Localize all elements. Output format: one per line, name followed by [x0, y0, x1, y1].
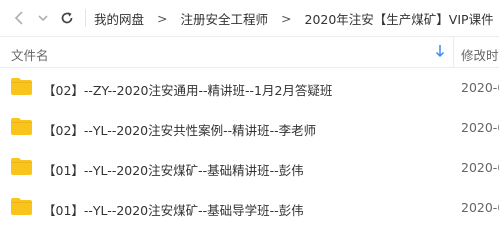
column-divider[interactable] — [453, 37, 454, 68]
breadcrumb-item-category[interactable]: 注册安全工程师 — [181, 9, 269, 28]
file-name: 【01】--YL--2020注安煤矿--基础精讲班--彭伟 — [43, 163, 304, 178]
file-row[interactable]: 【02】--YL--2020注安共性案例--精讲班--李老师 2020-0 — [0, 108, 499, 148]
folder-icon — [11, 118, 32, 135]
file-row[interactable]: 【01】--YL--2020注安煤矿--基础精讲班--彭伟 2020-0 — [0, 148, 499, 188]
file-row[interactable]: 【02】--ZY--2020注安通用--精讲班--1月2月答疑班 2020-0 — [0, 68, 499, 108]
file-name: 【01】--YL--2020注安煤矿--基础导学班--彭伟 — [43, 203, 304, 218]
chevron-left-icon[interactable] — [10, 0, 28, 36]
column-header-name[interactable]: 文件名 — [11, 45, 49, 64]
file-name: 【02】--ZY--2020注安通用--精讲班--1月2月答疑班 — [43, 83, 333, 98]
file-modified: 2020-0 — [461, 120, 499, 135]
file-row[interactable]: 【01】--YL--2020注安煤矿--基础导学班--彭伟 2020-0 — [0, 188, 499, 228]
file-list-header: 文件名 修改时间 — [0, 36, 499, 68]
file-modified: 2020-0 — [461, 200, 499, 215]
file-modified: 2020-0 — [461, 80, 499, 95]
file-modified: 2020-0 — [461, 160, 499, 175]
folder-icon — [11, 78, 32, 95]
toolbar-divider — [85, 9, 86, 27]
breadcrumb-separator: > — [157, 10, 168, 26]
breadcrumb-item-current[interactable]: 2020年注安【生产煤矿】VIP课件 — [305, 9, 494, 28]
breadcrumb-separator: > — [281, 10, 292, 26]
chevron-down-icon[interactable] — [34, 0, 52, 36]
toolbar: 我的网盘 > 注册安全工程师 > 2020年注安【生产煤矿】VIP课件 > — [0, 0, 499, 36]
column-header-modified[interactable]: 修改时间 — [461, 45, 499, 64]
sort-down-arrow-icon[interactable] — [435, 44, 445, 62]
breadcrumb-item-root[interactable]: 我的网盘 — [94, 9, 144, 28]
refresh-icon[interactable] — [58, 0, 76, 36]
folder-icon — [11, 198, 32, 215]
folder-icon — [11, 158, 32, 175]
file-name: 【02】--YL--2020注安共性案例--精讲班--李老师 — [43, 123, 317, 138]
